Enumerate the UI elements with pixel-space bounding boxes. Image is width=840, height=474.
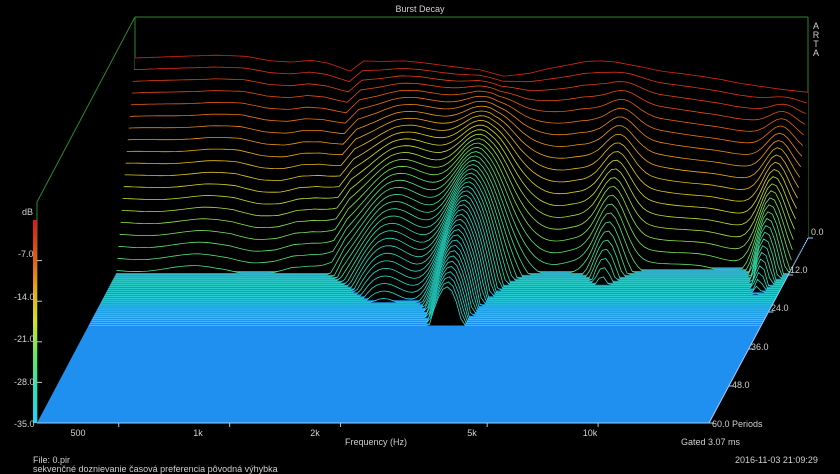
y-tick-label: -28.0 xyxy=(14,377,35,387)
chart-title: Burst Decay xyxy=(395,4,445,14)
waterfall-slices xyxy=(88,54,809,326)
arta-letter: A xyxy=(812,48,819,58)
z-tick-label: 12.0 xyxy=(790,265,808,275)
x-axis-label: Frequency (Hz) xyxy=(345,437,408,447)
timestamp: 2016-11-03 21:09:29 xyxy=(735,455,818,465)
y-tick-label: -35.0 xyxy=(14,419,35,429)
y-axis-label: dB xyxy=(22,207,34,217)
z-tick-label: 0.0 xyxy=(811,227,824,237)
z-tick-label: 24.0 xyxy=(771,303,789,313)
arta-brand: A R T A xyxy=(811,22,821,58)
y-tick-label: -21.0 xyxy=(14,334,35,344)
frame-line xyxy=(36,16,136,203)
color-scale-bar xyxy=(33,220,37,423)
z-tick-label: 60.0 Periods xyxy=(712,419,763,429)
burst-decay-plot xyxy=(33,16,813,427)
x-tick-label: 1k xyxy=(193,428,203,438)
x-tick-label: 5k xyxy=(467,428,477,438)
x-tick-label: 500 xyxy=(70,428,86,438)
x-tick-label: 10k xyxy=(582,428,598,438)
y-tick-label: -7.0 xyxy=(18,249,34,259)
gated-readout: Gated 3.07 ms xyxy=(681,437,741,447)
measurement-description: sekvenčné doznievanie časová preferencia… xyxy=(33,464,278,474)
z-tick-label: 48.0 xyxy=(732,380,750,390)
y-tick-label: -14.0 xyxy=(14,292,35,302)
z-tick-label: 36.0 xyxy=(751,342,769,352)
x-tick-label: 2k xyxy=(310,428,320,438)
